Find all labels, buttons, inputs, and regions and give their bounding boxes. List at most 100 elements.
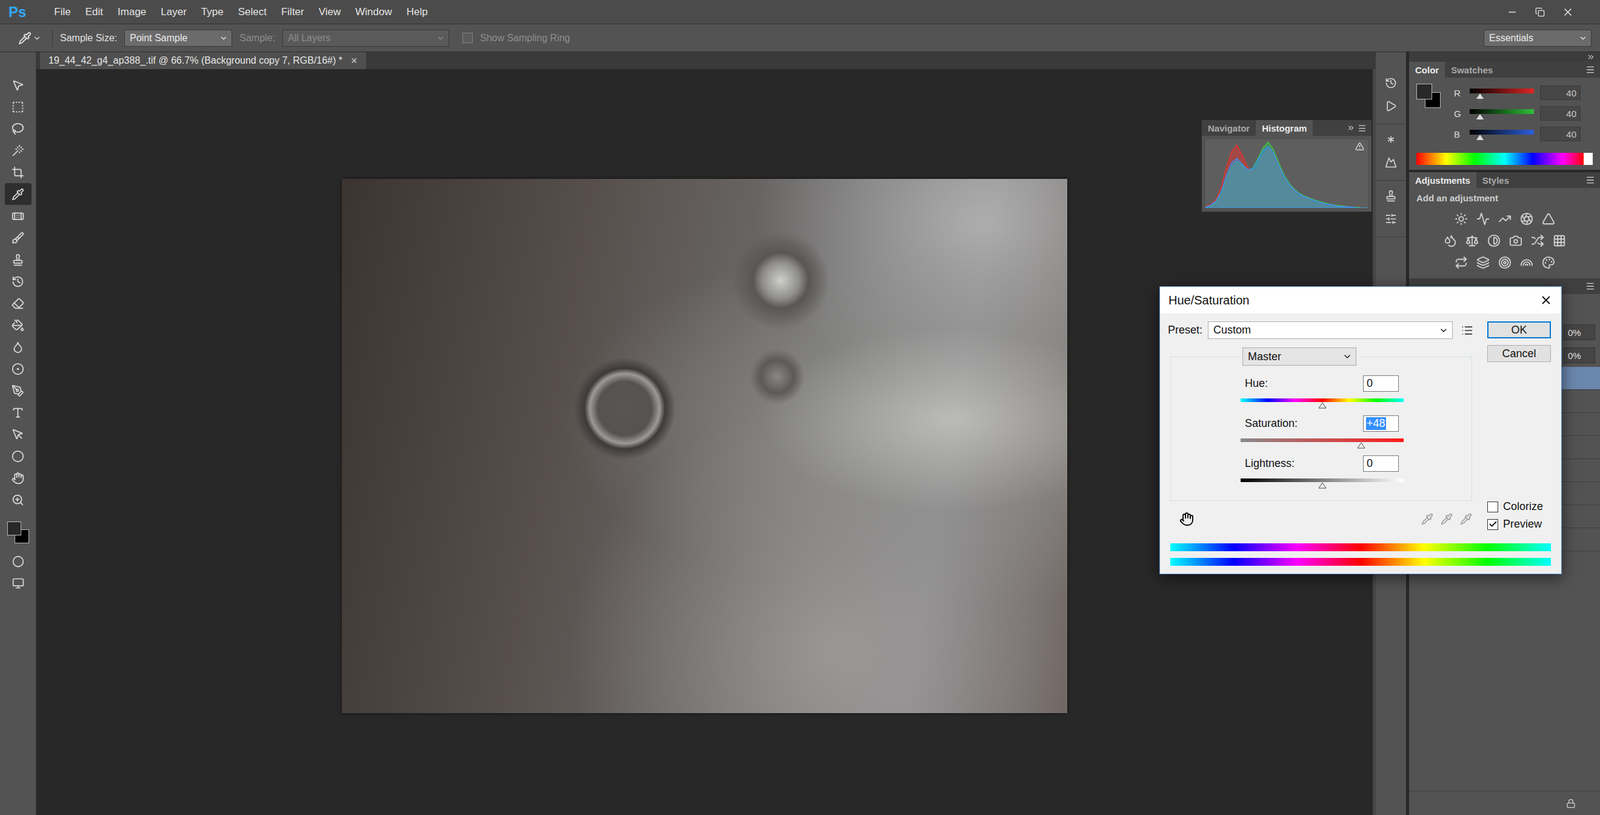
preset-options-button[interactable] [1461,324,1474,337]
panel-button[interactable] [1378,207,1404,231]
menu-item[interactable]: Layer [153,3,194,21]
tool-button[interactable] [4,183,32,205]
color-panel-swatches[interactable] [1416,83,1441,108]
panel-tab[interactable]: Adjustments [1409,172,1477,188]
hue-saturation-icon[interactable] [1443,233,1457,248]
color-swatches[interactable] [7,521,30,544]
panel-button[interactable] [1378,127,1404,151]
channel-value[interactable]: 40 [1540,106,1581,121]
panel-button[interactable] [1378,71,1404,95]
tool-button[interactable] [4,466,32,489]
menu-item[interactable]: Window [347,3,399,21]
panel-tab[interactable]: Color [1409,61,1445,78]
quick-mask-button[interactable] [4,550,32,573]
tool-button[interactable] [4,226,32,249]
menu-item[interactable]: File [46,3,78,21]
photo-filter-icon[interactable] [1509,233,1523,248]
menu-item[interactable]: Type [193,3,231,21]
slider-value-field[interactable]: +48 [1363,415,1399,432]
channel-value[interactable]: 40 [1540,85,1581,100]
eyedropper-button[interactable] [1440,512,1453,525]
screen-mode-button[interactable] [4,572,32,594]
tool-button[interactable] [4,117,32,140]
lock-icon[interactable] [1566,798,1576,808]
tool-button[interactable] [4,488,32,511]
slider-track[interactable] [1240,398,1404,402]
panel-button[interactable] [1378,184,1404,208]
sample-size-select[interactable]: Point Sample [124,29,233,47]
channel-mixer-icon[interactable] [1530,233,1545,248]
panel-tab[interactable]: Swatches [1444,61,1499,78]
slider-track[interactable] [1240,478,1404,482]
document-tab[interactable]: 19_44_42_g4_ap388_.tif @ 66.7% (Backgrou… [40,52,367,70]
close-icon[interactable] [1539,293,1553,307]
panel-button[interactable] [1378,150,1404,174]
slider-thumb[interactable] [1476,93,1484,99]
color-lookup-icon[interactable] [1552,233,1567,248]
posterize-icon[interactable] [1476,255,1490,270]
threshold-icon[interactable] [1498,255,1512,270]
slider-value-field[interactable]: 0 [1363,455,1399,472]
slider-value-field[interactable]: 0 [1363,375,1399,392]
tool-button[interactable] [4,423,32,445]
slider-track[interactable] [1240,438,1404,442]
minimize-button[interactable] [1498,1,1527,24]
tool-button[interactable] [4,139,32,162]
dialog-button[interactable]: OK [1487,321,1551,339]
cache-warning[interactable] [1355,141,1365,154]
brightness-contrast-icon[interactable] [1454,212,1468,226]
preset-select[interactable]: Custom [1207,321,1453,339]
menu-item[interactable]: Select [230,3,274,21]
panel-menu-button[interactable] [1585,172,1600,188]
checkbox[interactable] [1487,518,1499,530]
tool-button[interactable] [4,401,32,424]
eyedropper-button[interactable] [1421,512,1434,525]
tool-button[interactable] [4,95,32,118]
tool-button[interactable] [4,292,32,314]
color-spectrum[interactable] [1416,152,1593,165]
document-image[interactable] [341,178,1068,713]
tool-button[interactable] [4,335,32,358]
tool-button[interactable] [4,357,32,380]
checkbox-row[interactable]: Colorize [1487,497,1551,516]
checkbox[interactable] [1487,501,1499,513]
dialog-button[interactable]: Cancel [1487,344,1551,362]
tool-button[interactable] [4,248,32,271]
invert-icon[interactable] [1454,255,1468,270]
tool-button[interactable] [4,161,32,184]
eyedropper-button[interactable] [1460,512,1473,525]
curves-icon[interactable] [1498,212,1512,226]
gradient-map-icon[interactable] [1520,255,1534,270]
collapse-icon[interactable] [1586,52,1596,62]
workspace-select[interactable]: Essentials [1483,29,1592,47]
sampling-ring-checkbox[interactable] [462,32,473,44]
slider-thumb[interactable] [1476,113,1484,120]
tool-preset-picker[interactable] [18,31,42,45]
tool-button[interactable] [4,313,32,336]
menu-item[interactable]: Help [399,3,436,21]
foreground-swatch[interactable] [7,521,22,536]
color-balance-icon[interactable] [1465,233,1479,248]
panel-tab[interactable]: Styles [1476,172,1516,188]
percent-field[interactable]: 0% [1563,347,1596,364]
menu-item[interactable]: Image [110,3,154,21]
panel-tab[interactable]: Navigator [1201,120,1256,136]
selective-color-icon[interactable] [1541,255,1556,270]
sample-select[interactable]: All Layers [282,29,450,47]
tool-button[interactable] [4,444,32,467]
tool-button[interactable] [4,73,32,96]
panel-button[interactable] [1378,94,1404,118]
menu-item[interactable]: Filter [273,3,312,21]
restore-button[interactable] [1526,1,1554,24]
slider-thumb[interactable] [1476,134,1484,140]
channel-slider[interactable] [1469,129,1534,135]
menu-item[interactable]: Edit [78,3,111,21]
channel-select[interactable]: Master [1242,347,1357,366]
vibrance-icon[interactable] [1541,212,1556,226]
panel-menu-button[interactable] [1585,61,1600,78]
channel-slider[interactable] [1469,88,1534,94]
panel-tab[interactable]: Histogram [1255,120,1313,136]
close-button[interactable] [1553,1,1582,24]
panel-menu-button[interactable] [1346,120,1372,136]
foreground-swatch[interactable] [1416,83,1433,100]
